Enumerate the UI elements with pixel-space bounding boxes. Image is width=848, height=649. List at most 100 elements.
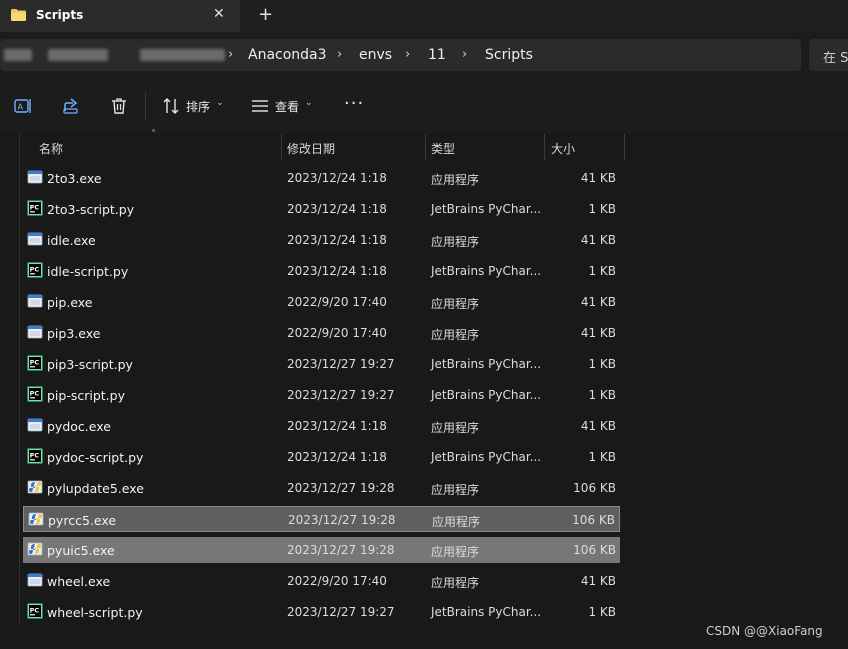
rename-icon[interactable]: A [13,96,33,116]
file-row[interactable]: pylupdate5.exe 2023/12/27 19:28 应用程序 106 KB [23,475,620,501]
pycharm-file-icon: PC [27,262,43,278]
breadcrumb-scripts[interactable]: Scripts [485,47,533,63]
chevron-down-icon: ⌄ [305,98,313,108]
tab-scripts[interactable]: Scripts ✕ [0,0,240,32]
file-row[interactable]: PC wheel-script.py 2023/12/27 19:27 JetBrai… [23,599,620,625]
file-row[interactable]: PC idle-script.py 2023/12/24 1:18 JetBrains… [23,258,620,284]
file-size: 106 KB [573,481,616,495]
file-date: 2023/12/27 19:28 [287,543,395,557]
chevron-right-icon[interactable]: › [337,47,342,62]
file-name: idle-script.py [47,264,129,279]
new-tab-button[interactable]: + [258,4,273,25]
exe-icon [27,169,43,185]
python-exe-icon [27,541,43,557]
svg-text:PC: PC [30,607,40,615]
file-row[interactable]: wheel.exe 2022/9/20 17:40 应用程序 41 KB [23,568,620,594]
file-row[interactable]: 2to3.exe 2023/12/24 1:18 应用程序 41 KB [23,165,620,191]
file-date: 2022/9/20 17:40 [287,295,387,309]
file-type: JetBrains PyChar... [431,450,542,464]
file-row[interactable]: pyrcc5.exe 2023/12/27 19:28 应用程序 106 KB [23,506,620,532]
view-button[interactable]: 查看 [275,98,299,115]
sort-indicator-icon: ˄ [151,129,156,140]
file-row[interactable]: PC 2to3-script.py 2023/12/24 1:18 JetBrains… [23,196,620,222]
close-tab-button[interactable]: ✕ [213,6,225,22]
file-row[interactable]: PC pip-script.py 2023/12/27 19:27 JetBrains… [23,382,620,408]
file-row[interactable]: PC pydoc-script.py 2023/12/24 1:18 JetBrain… [23,444,620,470]
file-size: 1 KB [588,357,616,371]
svg-text:A: A [18,103,24,112]
column-divider[interactable] [544,134,545,160]
file-name: pip3.exe [47,326,101,341]
delete-icon[interactable] [109,96,129,116]
python-exe-icon [28,511,44,527]
search-placeholder[interactable]: 在 S [823,47,848,66]
exe-icon [27,417,43,433]
file-row[interactable]: PC pip3-script.py 2023/12/27 19:27 JetBrain… [23,351,620,377]
file-row[interactable]: pip3.exe 2022/9/20 17:40 应用程序 41 KB [23,320,620,346]
file-date: 2023/12/27 19:28 [288,513,396,527]
file-name: pip3-script.py [47,357,133,372]
exe-icon [27,293,43,309]
column-divider[interactable] [425,134,426,160]
breadcrumb-11[interactable]: 11 [428,47,446,63]
svg-text:PC: PC [30,452,40,460]
file-row[interactable]: pydoc.exe 2023/12/24 1:18 应用程序 41 KB [23,413,620,439]
column-divider[interactable] [624,134,625,160]
file-date: 2023/12/27 19:27 [287,605,395,619]
file-date: 2023/12/24 1:18 [287,233,387,247]
file-size: 1 KB [588,264,616,278]
file-size: 1 KB [588,202,616,216]
sort-button[interactable]: 排序 [186,98,210,115]
address-bar[interactable] [0,39,801,71]
title-bar: Scripts ✕ + [0,0,848,32]
file-type: JetBrains PyChar... [431,357,542,371]
file-type: JetBrains PyChar... [431,264,542,278]
file-type: JetBrains PyChar... [431,202,542,216]
file-type: 应用程序 [431,297,480,311]
file-size: 41 KB [580,419,616,433]
chevron-down-icon: ⌄ [216,98,224,108]
svg-text:PC: PC [30,390,40,398]
file-name: pydoc.exe [47,419,111,434]
file-type: 应用程序 [431,576,480,590]
share-icon[interactable] [61,96,81,116]
more-options-button[interactable]: ··· [344,93,364,114]
file-row[interactable]: pip.exe 2022/9/20 17:40 应用程序 41 KB [23,289,620,315]
file-row[interactable]: idle.exe 2023/12/24 1:18 应用程序 41 KB [23,227,620,253]
toolbar-divider [145,92,146,120]
view-icon[interactable] [250,96,270,116]
sort-icon[interactable] [161,96,181,116]
file-size: 41 KB [580,326,616,340]
file-size: 41 KB [580,233,616,247]
column-header-name[interactable]: 名称 [39,140,63,157]
exe-icon [27,324,43,340]
chevron-right-icon: › [228,47,234,62]
column-header-type[interactable]: 类型 [431,140,455,157]
redacted-path [48,49,108,61]
column-header-date[interactable]: 修改日期 [287,140,335,157]
column-divider[interactable] [281,134,282,160]
file-date: 2023/12/24 1:18 [287,419,387,433]
pycharm-file-icon: PC [27,355,43,371]
file-type: 应用程序 [431,328,480,342]
file-type: JetBrains PyChar... [431,388,542,402]
pycharm-file-icon: PC [27,448,43,464]
chevron-right-icon[interactable]: › [462,47,467,62]
file-type: 应用程序 [431,235,480,249]
file-date: 2022/9/20 17:40 [287,326,387,340]
file-size: 1 KB [588,605,616,619]
file-name: pyuic5.exe [47,543,115,558]
column-header-size[interactable]: 大小 [551,140,575,157]
python-exe-icon [27,479,43,495]
file-row[interactable]: pyuic5.exe 2023/12/27 19:28 应用程序 106 KB [23,537,620,563]
exe-icon [27,572,43,588]
svg-text:PC: PC [30,204,40,212]
breadcrumb-anaconda3[interactable]: Anaconda3 [248,47,327,63]
file-date: 2023/12/24 1:18 [287,264,387,278]
file-type: JetBrains PyChar... [431,605,542,619]
watermark: CSDN @@XiaoFang [706,624,823,638]
chevron-right-icon[interactable]: › [405,47,410,62]
file-size: 106 KB [573,543,616,557]
exe-icon [27,231,43,247]
breadcrumb-envs[interactable]: envs [359,47,392,63]
